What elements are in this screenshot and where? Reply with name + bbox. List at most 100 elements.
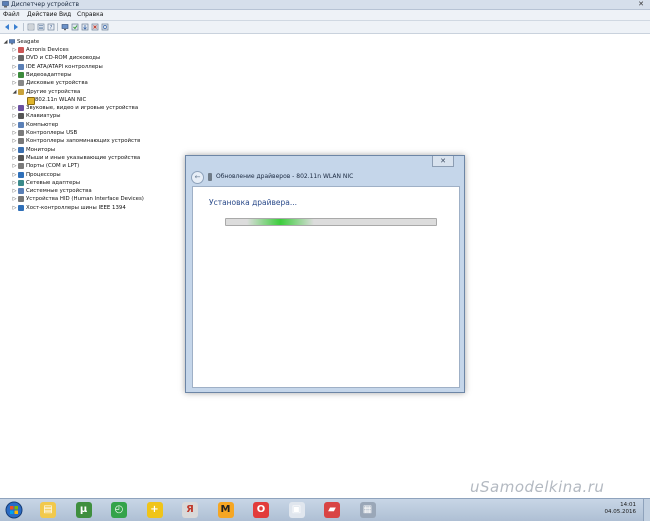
device-category-icon	[18, 55, 24, 62]
tree-node-label: Порты (COM и LPT)	[26, 163, 80, 170]
plus-taskbar-icon[interactable]: +	[146, 502, 163, 518]
expand-icon[interactable]: ▷	[12, 104, 17, 112]
menu-view[interactable]: Вид	[59, 11, 71, 19]
tree-node-label: Мыши и иные указывающие устройства	[26, 154, 141, 161]
back-arrow-icon[interactable]	[3, 23, 11, 31]
help-icon[interactable]: ?	[47, 23, 55, 31]
tree-node-label: 802.11n WLAN NIC	[35, 96, 87, 103]
tree-node-label: DVD и CD-ROM дисководы	[26, 55, 101, 62]
expand-icon[interactable]: ▷	[12, 63, 17, 71]
dialog-title-bar[interactable]: ← Обновление драйверов - 802.11n WLAN NI…	[186, 156, 464, 187]
tree-node-label: Другие устройства	[26, 88, 81, 95]
expand-icon[interactable]: ▷	[12, 162, 17, 170]
dialog-title: Обновление драйверов - 802.11n WLAN NIC	[216, 173, 354, 180]
device-category-icon	[18, 71, 24, 78]
device-category-icon	[18, 138, 24, 145]
computer-scan-icon[interactable]	[61, 23, 69, 31]
windows-explorer-taskbar-icon[interactable]: ▣	[288, 502, 305, 518]
taskbar: ▤ µ ◴ + Я M O ▣ ▰ ▦ 14:01 04.05.2016	[0, 498, 650, 521]
device-manager-icon	[2, 1, 9, 8]
back-icon[interactable]: ←	[191, 171, 204, 184]
device-category-icon	[18, 204, 24, 211]
tree-node-label: Мониторы	[26, 146, 56, 153]
toolbar: ?	[0, 21, 650, 34]
watermark: uSamodelkina.ru	[470, 478, 605, 496]
menu-help[interactable]: Справка	[77, 11, 103, 19]
tree-node-label: Звуковые, видео и игровые устройства	[26, 105, 139, 112]
expand-icon[interactable]: ▷	[12, 187, 17, 195]
expand-icon[interactable]: ▷	[12, 129, 17, 137]
device-category-icon	[18, 105, 24, 112]
collapse-icon[interactable]: ◢	[12, 88, 17, 96]
expand-icon[interactable]: ▷	[12, 121, 17, 129]
expand-icon[interactable]: ▷	[12, 154, 17, 162]
explorer-taskbar-icon[interactable]: ▤	[40, 502, 56, 518]
device-category-icon	[18, 130, 24, 136]
expand-icon[interactable]: ▷	[12, 179, 17, 187]
collapse-icon[interactable]: ◢	[3, 38, 8, 46]
computer-icon	[9, 39, 15, 45]
tree-node-label: Acronis Devices	[26, 47, 69, 53]
device-category-icon	[18, 154, 24, 161]
dialog-close-button[interactable]: ✕	[432, 156, 454, 167]
device-category-icon	[18, 171, 24, 178]
tray-clock[interactable]: 14:01 04.05.2016	[605, 502, 637, 516]
device-category-icon	[18, 80, 24, 87]
tree-node-label: Сетевые адаптеры	[26, 179, 80, 186]
expand-icon[interactable]: ▷	[12, 112, 17, 120]
tree-node-label: Клавиатуры	[26, 113, 61, 120]
expand-icon[interactable]: ▷	[12, 79, 17, 87]
forward-arrow-icon[interactable]	[12, 23, 20, 31]
window-title: Диспетчер устройств	[11, 1, 80, 8]
expand-icon[interactable]: ▷	[12, 71, 17, 79]
expand-icon[interactable]: ▷	[12, 54, 17, 62]
expand-icon[interactable]: ▷	[12, 46, 17, 54]
tree-node-label: Хост-контроллеры шины IEEE 1394	[26, 204, 126, 211]
uninstall-device-icon[interactable]	[91, 23, 99, 31]
tree-node-label: Системные устройства	[26, 188, 92, 195]
scan-hardware-icon[interactable]	[101, 23, 109, 31]
opera-taskbar-icon[interactable]: O	[253, 502, 269, 518]
list-view-icon[interactable]	[37, 23, 45, 31]
yandex-taskbar-icon[interactable]: Я	[182, 502, 198, 518]
install-status-text: Установка драйвера...	[209, 198, 298, 207]
start-button[interactable]	[2, 501, 26, 519]
menu-action[interactable]: Действие	[27, 11, 57, 19]
tree-node-label: Контроллеры USB	[26, 130, 78, 136]
expand-icon[interactable]: ▷	[12, 204, 17, 212]
utorrent-taskbar-icon[interactable]: µ	[75, 502, 92, 518]
m-app-taskbar-icon[interactable]: M	[217, 502, 234, 518]
menu-bar: Файл Действие Вид Справка	[0, 10, 650, 21]
svg-text:?: ?	[50, 25, 53, 31]
update-driver-icon[interactable]	[71, 23, 79, 31]
device-category-icon	[18, 63, 24, 70]
update-driver-dialog: ← Обновление драйверов - 802.11n WLAN NI…	[185, 155, 465, 393]
device-manager-taskbar-icon[interactable]: ▦	[359, 502, 376, 518]
clock-time: 14:01	[620, 502, 636, 508]
tree-node-label: Контроллеры запоминающих устройств	[26, 138, 141, 145]
title-bar[interactable]: Диспетчер устройств ✕	[0, 0, 650, 10]
install-progress-bar	[225, 218, 437, 226]
tree-node-label: Устройства HID (Human Interface Devices)	[26, 196, 144, 203]
tree-root-label: Seagate	[17, 39, 40, 45]
expand-icon[interactable]: ▷	[12, 137, 17, 145]
device-category-icon	[18, 188, 24, 195]
expand-icon[interactable]: ▷	[12, 195, 17, 203]
dialog-body: Установка драйвера...	[192, 186, 460, 388]
window-close-icon[interactable]: ✕	[638, 1, 644, 8]
expand-icon[interactable]: ▷	[12, 146, 17, 154]
properties-icon[interactable]	[27, 23, 35, 31]
image-app-taskbar-icon[interactable]: ▰	[324, 502, 340, 518]
device-category-icon	[18, 121, 24, 128]
menu-file[interactable]: Файл	[3, 11, 20, 19]
device-category-icon	[18, 196, 24, 203]
disable-device-icon[interactable]	[81, 23, 89, 31]
expand-icon[interactable]: ▷	[12, 171, 17, 179]
tree-node-label: IDE ATA/ATAPI контроллеры	[26, 63, 103, 70]
show-desktop-button[interactable]	[643, 499, 650, 521]
clock-date: 04.05.2016	[604, 509, 637, 515]
device-category-icon	[18, 113, 24, 120]
device-category-icon	[18, 179, 24, 186]
stopwatch-taskbar-icon[interactable]: ◴	[111, 502, 127, 518]
tree-node-label: Дисковые устройства	[26, 80, 88, 87]
